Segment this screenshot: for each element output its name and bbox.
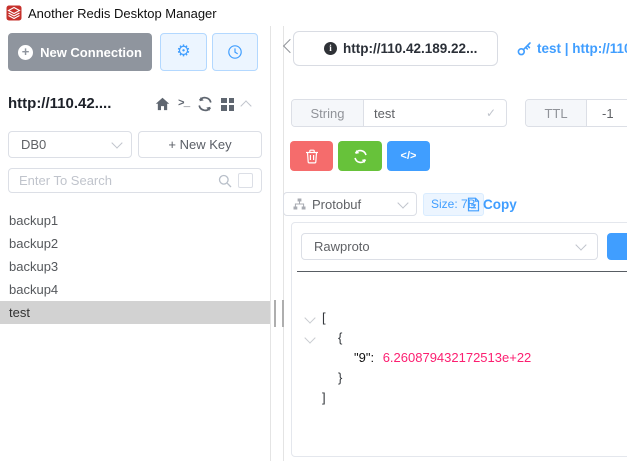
clock-icon bbox=[228, 45, 242, 59]
json-bracket: [ bbox=[322, 310, 326, 325]
json-bracket: ] bbox=[322, 390, 326, 405]
json-viewer: [ { "9": 6.260879432172513e+22 } ] bbox=[301, 308, 621, 408]
delete-key-button[interactable] bbox=[290, 141, 333, 171]
code-icon: </> bbox=[400, 150, 417, 162]
title-bar: Another Redis Desktop Manager bbox=[0, 0, 627, 26]
value-area-divider bbox=[297, 271, 627, 272]
type-label: String bbox=[292, 100, 364, 126]
chevron-down-icon bbox=[397, 196, 409, 209]
view-format-select[interactable]: Protobuf bbox=[283, 192, 417, 216]
collapse-connection-icon[interactable] bbox=[240, 100, 252, 112]
info-icon bbox=[324, 42, 337, 55]
app-window: Another Redis Desktop Manager New Connec… bbox=[0, 0, 627, 461]
copy-label: Copy bbox=[483, 196, 517, 212]
panel-divider bbox=[283, 26, 284, 461]
format-button[interactable] bbox=[607, 233, 627, 260]
connection-toolbar: >_ bbox=[155, 96, 252, 112]
key-name-input[interactable] bbox=[364, 105, 506, 121]
console-button[interactable]: </> bbox=[387, 141, 430, 171]
json-row: { bbox=[301, 328, 621, 348]
sidebar-divider bbox=[270, 26, 271, 461]
collapse-toggle-icon[interactable] bbox=[304, 312, 316, 324]
ttl-group: TTL -1 bbox=[525, 99, 627, 127]
ttl-value[interactable]: -1 bbox=[587, 100, 627, 126]
key-icon bbox=[517, 42, 531, 56]
search-icon bbox=[218, 174, 232, 187]
key-list-item[interactable]: backup3 bbox=[0, 255, 270, 278]
terminal-icon[interactable]: >_ bbox=[178, 98, 190, 110]
plus-circle-icon bbox=[18, 44, 34, 60]
check-icon: ✓ bbox=[485, 106, 496, 120]
json-row: "9": 6.260879432172513e+22 bbox=[301, 348, 621, 368]
exact-search-checkbox[interactable] bbox=[238, 173, 253, 188]
reload-icon bbox=[353, 149, 367, 163]
json-bracket: } bbox=[338, 370, 343, 385]
key-list: backup1 backup2 backup3 backup4 test bbox=[0, 209, 270, 324]
json-row: } bbox=[301, 368, 621, 388]
proto-format-value: Rawproto bbox=[314, 239, 370, 254]
grid-view-icon[interactable] bbox=[221, 97, 235, 111]
copy-button[interactable]: Copy bbox=[467, 192, 517, 216]
collapse-toggle-icon[interactable] bbox=[304, 332, 316, 344]
app-title: Another Redis Desktop Manager bbox=[28, 5, 217, 21]
proto-format-select[interactable]: Rawproto bbox=[301, 233, 598, 260]
trash-icon bbox=[305, 149, 318, 164]
tab-key-label: test | http://110 bbox=[537, 41, 627, 56]
new-connection-label: New Connection bbox=[40, 44, 142, 60]
key-list-item-selected[interactable]: test bbox=[0, 301, 270, 324]
search-input[interactable] bbox=[9, 173, 218, 188]
reload-value-button[interactable] bbox=[338, 141, 382, 171]
chevron-down-icon bbox=[575, 239, 587, 251]
search-box bbox=[8, 168, 262, 193]
home-icon[interactable] bbox=[155, 97, 170, 111]
chevron-down-icon bbox=[111, 137, 123, 149]
db-select[interactable]: DB0 bbox=[8, 131, 132, 158]
json-key: "9": bbox=[354, 350, 375, 365]
refresh-icon[interactable] bbox=[197, 96, 213, 112]
tab-server[interactable]: http://110.42.189.22... bbox=[293, 31, 498, 66]
ttl-label: TTL bbox=[526, 100, 587, 126]
copy-icon bbox=[467, 197, 480, 211]
new-connection-button[interactable]: New Connection bbox=[8, 33, 152, 71]
sitemap-icon bbox=[293, 198, 306, 210]
history-button[interactable] bbox=[212, 33, 258, 71]
settings-button[interactable]: ⚙ bbox=[160, 33, 207, 71]
json-row: ] bbox=[301, 388, 621, 408]
key-list-item[interactable]: backup2 bbox=[0, 232, 270, 255]
key-list-item[interactable]: backup4 bbox=[0, 278, 270, 301]
resize-handle[interactable] bbox=[274, 300, 284, 327]
new-key-button[interactable]: + New Key bbox=[138, 131, 262, 158]
view-format-value: Protobuf bbox=[312, 196, 362, 212]
app-logo-icon bbox=[6, 5, 22, 21]
gear-icon: ⚙ bbox=[176, 43, 191, 60]
tab-key-active[interactable]: test | http://110 bbox=[517, 31, 627, 66]
json-row: [ bbox=[301, 308, 621, 328]
json-bracket: { bbox=[338, 330, 343, 345]
tab-server-label: http://110.42.189.22... bbox=[343, 41, 478, 56]
json-value: 6.260879432172513e+22 bbox=[382, 350, 532, 365]
db-select-value: DB0 bbox=[21, 137, 47, 152]
key-list-item[interactable]: backup1 bbox=[0, 209, 270, 232]
key-name-group: String ✓ bbox=[291, 99, 507, 127]
connection-name[interactable]: http://110.42.... bbox=[8, 95, 111, 112]
